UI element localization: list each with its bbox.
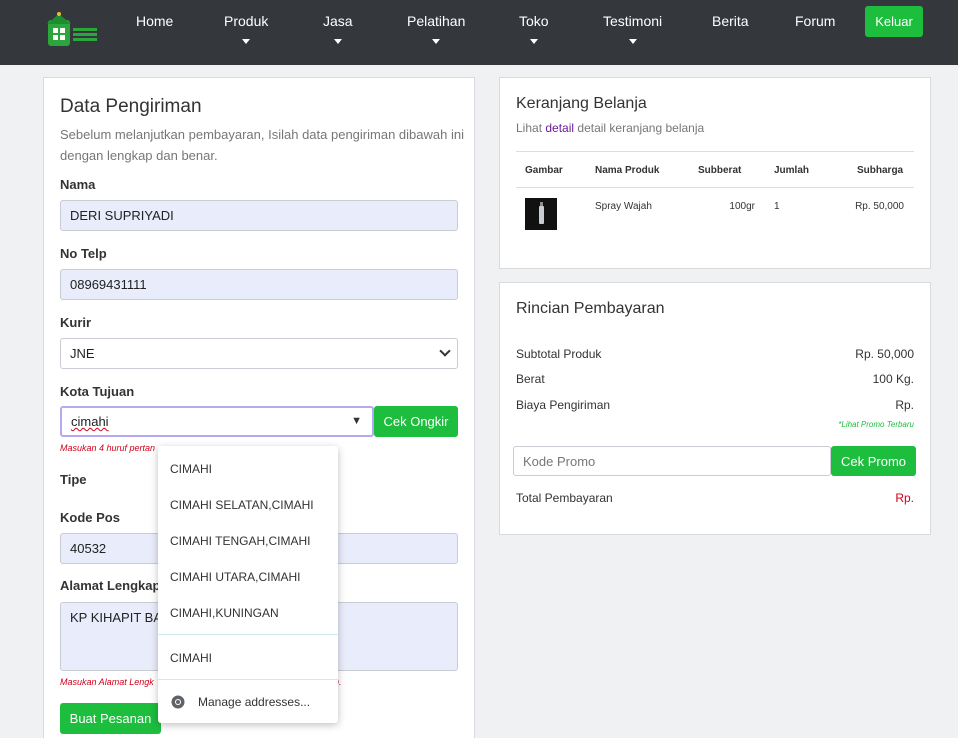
kota-input-value: cimahi (71, 414, 109, 429)
cart-subtitle-post: detail keranjang belanja (577, 121, 705, 135)
autocomplete-item[interactable]: CIMAHI,KUNINGAN (170, 606, 279, 620)
alamat-label: Alamat Lengkap (60, 578, 161, 593)
column-header: Nama Produk (595, 165, 660, 176)
shipping-label: Biaya Pengiriman (516, 398, 611, 412)
column-header: Gambar (525, 165, 563, 176)
nav-testimoni-label: Testimoni (603, 13, 663, 29)
chrome-icon (171, 695, 185, 709)
subtotal-value: Rp. 50,000 (855, 347, 914, 361)
nav-berita-label: Berita (712, 13, 749, 29)
column-header: Jumlah (774, 165, 810, 176)
telp-input[interactable]: 08969431111 (60, 269, 458, 300)
telp-label: No Telp (60, 246, 107, 261)
top-navbar: Home Produk Jasa Pelatihan Toko Testimon… (0, 0, 958, 65)
nav-toko[interactable]: Toko (519, 13, 549, 44)
subtotal-label: Subtotal Produk (516, 347, 602, 361)
kurir-selected-value: JNE (70, 346, 95, 361)
logout-button[interactable]: Keluar (865, 6, 923, 37)
nav-produk-label: Produk (224, 13, 269, 29)
nav-forum-label: Forum (795, 13, 836, 29)
autocomplete-item[interactable]: CIMAHI TENGAH,CIMAHI (170, 534, 310, 548)
kodepos-label: Kode Pos (60, 510, 120, 525)
table-divider (516, 187, 914, 188)
cart-title: Keranjang Belanja (516, 95, 647, 112)
nav-jasa[interactable]: Jasa (323, 13, 353, 44)
tipe-label: Tipe (60, 472, 87, 487)
cek-promo-button[interactable]: Cek Promo (831, 446, 916, 476)
product-weight: 100gr (729, 201, 755, 212)
shipping-value: Rp. (895, 398, 914, 412)
shopping-cart-card: Keranjang Belanja Lihat detail detail ke… (499, 77, 931, 269)
chevron-down-icon (439, 345, 451, 357)
buat-pesanan-button[interactable]: Buat Pesanan (60, 703, 161, 734)
nav-berita[interactable]: Berita (712, 13, 749, 29)
cek-ongkir-button[interactable]: Cek Ongkir (374, 406, 458, 437)
manage-addresses-item[interactable]: Manage addresses... (198, 695, 310, 709)
column-header: Subharga (857, 165, 904, 176)
product-qty: 1 (774, 201, 780, 212)
product-price: Rp. 50,000 (855, 201, 904, 212)
cart-subtitle: Lihat detail detail keranjang belanja (516, 121, 704, 135)
autocomplete-history-item[interactable]: CIMAHI (170, 651, 212, 665)
weight-value: 100 Kg. (872, 372, 914, 386)
total-label: Total Pembayaran (516, 491, 613, 505)
kurir-select[interactable]: JNE (60, 338, 458, 369)
nama-label: Nama (60, 177, 96, 192)
caret-down-icon (628, 39, 637, 44)
autocomplete-item[interactable]: CIMAHI (170, 462, 212, 476)
alamat-help-text: Masukan Alamat Lengk (60, 677, 154, 687)
kota-label: Kota Tujuan (60, 384, 135, 399)
nav-testimoni[interactable]: Testimoni (603, 13, 662, 44)
product-name: Spray Wajah (595, 201, 652, 212)
nav-toko-label: Toko (519, 13, 549, 29)
promo-code-input[interactable]: Kode Promo (513, 446, 831, 476)
total-value: Rp. (895, 491, 914, 505)
form-title: Data Pengiriman (60, 96, 202, 117)
nav-forum[interactable]: Forum (795, 13, 835, 29)
cart-detail-link[interactable]: detail (545, 121, 574, 135)
caret-down-icon (333, 39, 342, 44)
house-leaf-logo-icon[interactable] (44, 10, 100, 52)
weight-label: Berat (516, 372, 545, 386)
nav-pelatihan-label: Pelatihan (407, 13, 466, 29)
nama-input[interactable]: DERI SUPRIYADI (60, 200, 458, 231)
autocomplete-item[interactable]: CIMAHI UTARA,CIMAHI (170, 570, 300, 584)
dropdown-arrow-icon[interactable]: ▼ (351, 408, 362, 435)
nav-produk[interactable]: Produk (224, 13, 268, 44)
payment-title: Rincian Pembayaran (516, 300, 665, 317)
nav-home-label: Home (136, 13, 174, 29)
autocomplete-divider (158, 679, 338, 680)
promo-link[interactable]: *Lihat Promo Terbaru (838, 420, 914, 429)
caret-down-icon (529, 39, 538, 44)
address-autocomplete-dropdown: CIMAHI CIMAHI SELATAN,CIMAHI CIMAHI TENG… (158, 446, 338, 723)
kota-help-text: Masukan 4 huruf pertan (60, 443, 156, 453)
autocomplete-divider (158, 634, 338, 635)
caret-down-icon (432, 39, 441, 44)
spray-bottle-image-icon (525, 198, 557, 230)
column-header: Subberat (698, 165, 742, 176)
nav-home[interactable]: Home (136, 13, 173, 29)
nav-pelatihan[interactable]: Pelatihan (407, 13, 465, 44)
kurir-label: Kurir (60, 315, 92, 330)
table-divider (516, 151, 914, 152)
nav-jasa-label: Jasa (323, 13, 353, 29)
payment-summary-card: Rincian Pembayaran Subtotal Produk Rp. 5… (499, 282, 931, 535)
kota-input[interactable]: cimahi ▼ (60, 406, 374, 437)
cart-subtitle-pre: Lihat (516, 121, 543, 135)
autocomplete-item[interactable]: CIMAHI SELATAN,CIMAHI (170, 498, 314, 512)
form-description: Sebelum melanjutkan pembayaran, Isilah d… (60, 127, 464, 163)
caret-down-icon (242, 39, 251, 44)
